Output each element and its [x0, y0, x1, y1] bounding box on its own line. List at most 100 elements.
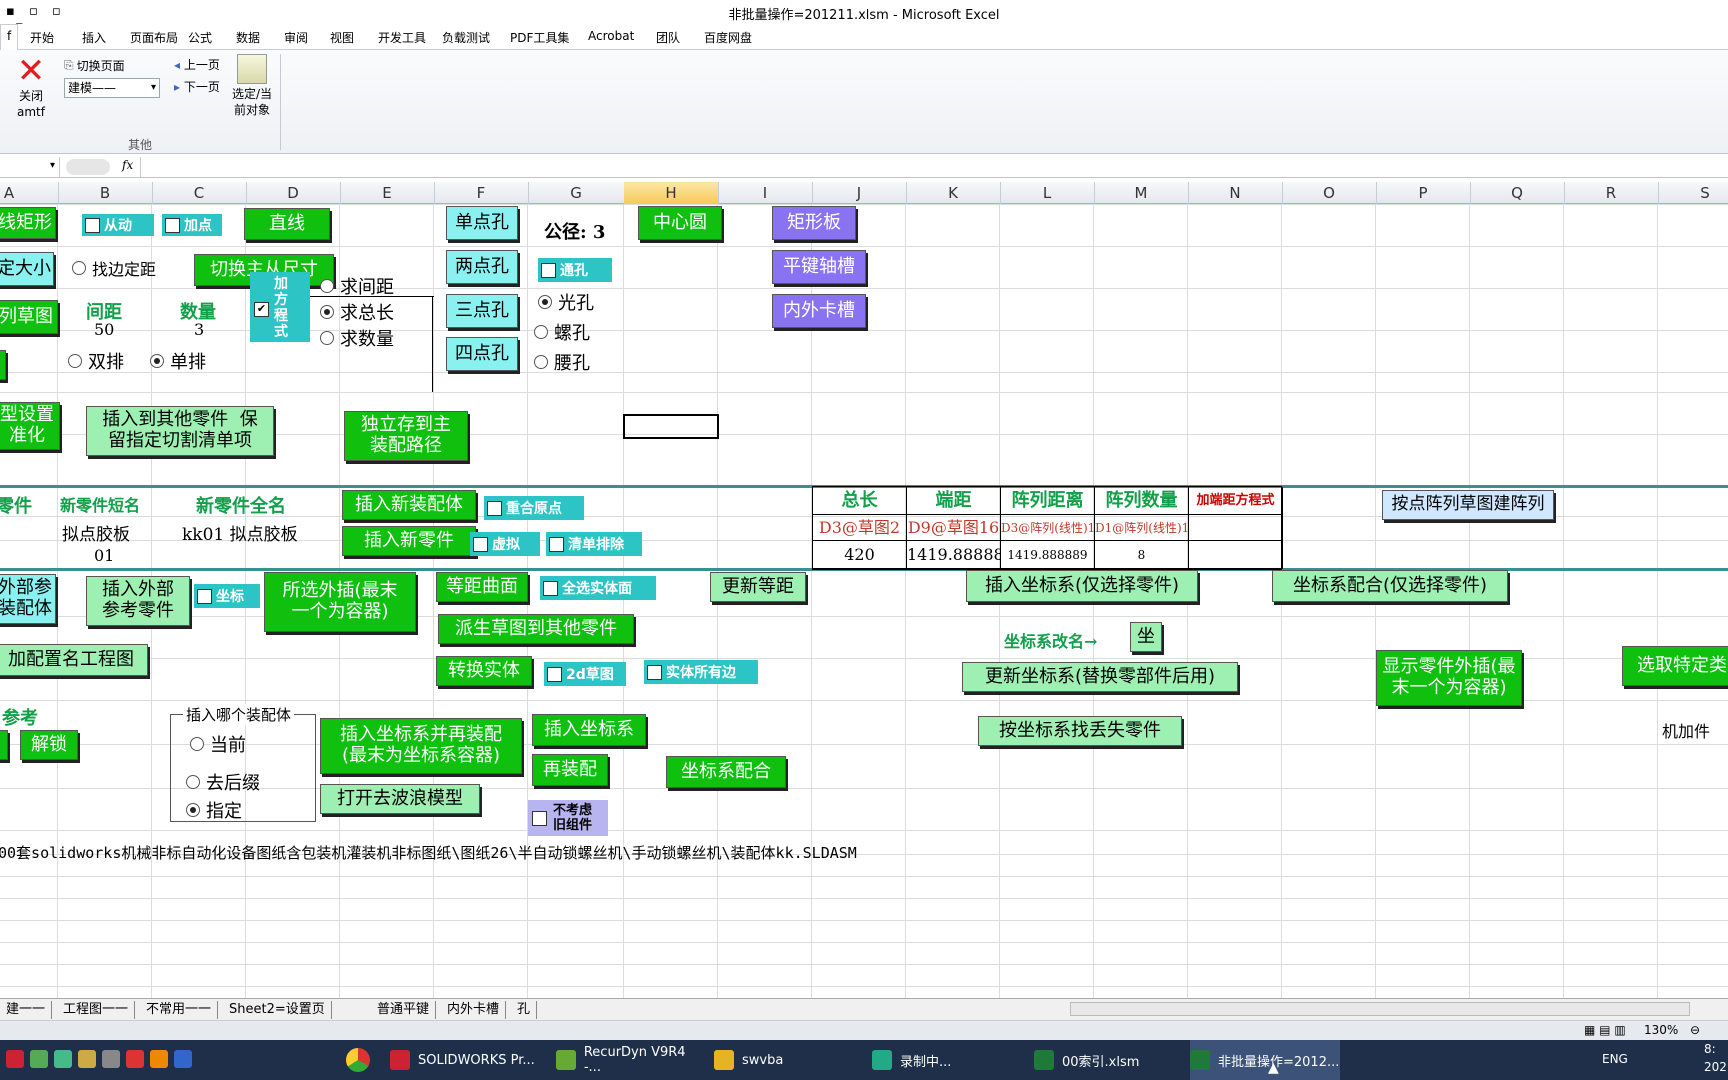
ribbon-tab[interactable]: 负载测试 — [442, 29, 490, 46]
find-total-radio[interactable]: 求总长 — [320, 300, 430, 324]
serial-value[interactable]: 01 — [94, 546, 114, 565]
column-header[interactable]: O — [1282, 182, 1377, 204]
rect-plate-button[interactable]: 矩形板 — [772, 206, 856, 240]
screw-hole-radio[interactable]: 螺孔 — [534, 320, 614, 344]
coincide-origin-checkbox[interactable]: ✔ 重合原点 — [484, 496, 584, 520]
fx-icon[interactable]: fx — [122, 158, 142, 172]
column-header[interactable]: G — [528, 182, 625, 204]
ext-ref-asm-button[interactable]: 外部参 装配体 — [0, 574, 56, 624]
insert-new-asm-button[interactable]: 插入新装配体 — [342, 490, 476, 520]
checkbox-box[interactable] — [549, 536, 564, 552]
radio-dot[interactable] — [190, 737, 204, 751]
asm-specified-radio[interactable]: 指定 — [186, 798, 266, 822]
chrome-icon[interactable] — [346, 1048, 370, 1072]
coord-checkbox[interactable]: 坐标 — [194, 584, 260, 608]
sheet-tab[interactable]: 不常用一一 — [140, 1001, 219, 1019]
radio-dot[interactable] — [320, 279, 334, 293]
param-cell[interactable] — [1189, 515, 1283, 541]
app-icon[interactable] — [174, 1050, 192, 1068]
radio-dot[interactable] — [320, 305, 334, 319]
ribbon-tab[interactable]: Acrobat — [588, 29, 634, 43]
column-header[interactable]: S — [1658, 182, 1728, 204]
ignore-old-checkbox[interactable]: 不考虑 旧组件 — [528, 800, 608, 836]
taskbar-item[interactable]: 录制中... — [872, 1040, 1022, 1080]
app-icon[interactable] — [126, 1050, 144, 1068]
radio-dot[interactable] — [320, 331, 334, 345]
column-header[interactable]: I — [718, 182, 813, 204]
column-header[interactable]: B — [58, 182, 153, 204]
radio-dot[interactable] — [538, 295, 552, 309]
sheet-tab[interactable]: 建一一 — [0, 1001, 53, 1019]
app-icon[interactable] — [54, 1050, 72, 1068]
select-current-button[interactable]: 选定/当 前对象 — [228, 54, 276, 130]
radio-dot[interactable] — [534, 325, 548, 339]
reassemble-button[interactable]: 再装配 — [532, 754, 608, 786]
selected-cell[interactable] — [623, 414, 719, 439]
insert-new-part-button[interactable]: 插入新零件 — [342, 526, 476, 556]
ribbon-tab[interactable]: 数据 — [236, 29, 260, 46]
open-dewave-button[interactable]: 打开去波浪模型 — [320, 784, 480, 814]
sheet-tab[interactable]: 工程图一一 — [57, 1001, 136, 1019]
param-cell[interactable]: 加端距方程式 — [1189, 487, 1283, 515]
path-text[interactable]: 00套solidworks机械非标自动化设备图纸含包装机灌装机非标图纸\图纸26… — [0, 842, 857, 863]
sheet-tab[interactable]: 普通平键 — [371, 1001, 437, 1019]
param-cell[interactable]: D1@阵列(线性)1 — [1095, 515, 1189, 541]
checkbox-box[interactable] — [165, 217, 180, 233]
column-header[interactable]: L — [1000, 182, 1095, 204]
checkbox-box[interactable] — [647, 664, 662, 680]
standalone-save-button[interactable]: 独立存到主 装配路径 — [344, 411, 468, 461]
app-icon[interactable] — [150, 1050, 168, 1068]
taskbar-item[interactable]: swvba — [714, 1040, 864, 1080]
checkbox-box[interactable]: ✔ — [254, 302, 269, 317]
taskbar-item[interactable]: SOLIDWORKS Pr... — [390, 1040, 540, 1080]
equation-checkbox[interactable]: ✔ 加 方 程 式 — [250, 272, 310, 342]
slave-checkbox[interactable]: ✔ 从动 — [82, 214, 154, 236]
smooth-hole-radio[interactable]: 光孔 — [538, 290, 618, 314]
cs-mate-button[interactable]: 坐标系配合 — [666, 756, 786, 788]
normal-view-icon[interactable]: ▦ — [1584, 1023, 1595, 1037]
single-hole-button[interactable]: 单点孔 — [446, 206, 518, 240]
param-cell[interactable]: 1419.888889 — [907, 541, 1001, 569]
virtual-checkbox[interactable]: 虚拟 — [470, 532, 540, 556]
column-header[interactable]: H — [624, 182, 719, 204]
radio-dot[interactable] — [186, 803, 200, 817]
taskbar-item[interactable]: 非批量操作=2012... — [1190, 1040, 1340, 1080]
show-ext-button[interactable]: 显示零件外插(最 末一个为容器) — [1376, 650, 1522, 706]
find-edge-radio[interactable]: 找边定距 — [72, 256, 172, 280]
partial-button[interactable] — [0, 350, 6, 380]
selected-ext-button[interactable]: 所选外插(最末 一个为容器) — [264, 572, 416, 632]
array-sketch-button[interactable]: 列草图 — [0, 300, 58, 334]
all-edges-checkbox[interactable]: 实体所有边 — [644, 660, 758, 684]
derived-sketch-button[interactable]: 派生草图到其他零件 — [438, 614, 634, 644]
radio-dot[interactable] — [186, 775, 200, 789]
four-hole-button[interactable]: 四点孔 — [446, 337, 518, 371]
ribbon-tab[interactable]: 页面布局 — [130, 29, 178, 46]
checkbox-box[interactable] — [543, 580, 558, 596]
array-by-point-button[interactable]: 按点阵列草图建阵列 — [1382, 490, 1554, 520]
rename-cs-button[interactable]: 坐 — [1130, 622, 1162, 652]
sheet-tab[interactable]: 孔 — [511, 1001, 538, 1019]
column-header[interactable]: D — [246, 182, 341, 204]
checkbox-box[interactable]: ✔ — [487, 500, 502, 516]
sheet-tab[interactable]: 内外卡槽 — [441, 1001, 507, 1019]
sketch-2d-checkbox[interactable]: 2d草图 — [544, 662, 626, 686]
checkbox-box[interactable] — [473, 536, 488, 552]
ribbon-tab[interactable]: 插入 — [82, 29, 106, 46]
select-specific-button[interactable]: 选取特定类 — [1622, 646, 1728, 686]
param-cell[interactable]: 420 — [813, 541, 907, 569]
full-name-value[interactable]: kk01 拟点胶板 — [182, 520, 298, 545]
app-icon[interactable] — [78, 1050, 96, 1068]
short-name-value[interactable]: 拟点胶板 — [62, 520, 130, 545]
asm-back-radio[interactable]: 去后缀 — [186, 770, 286, 794]
zoom-out-icon[interactable]: ⊖ — [1690, 1023, 1700, 1037]
find-count-radio[interactable]: 求数量 — [320, 326, 430, 350]
switch-page-button[interactable]: ⎘ 切换页面 — [64, 56, 164, 74]
type-setting-button[interactable]: 型设置 准化 — [0, 402, 60, 450]
param-cell[interactable]: 总长 — [813, 487, 907, 515]
param-cell[interactable]: 端距 — [907, 487, 1001, 515]
center-circle-button[interactable]: 中心圆 — [638, 206, 722, 240]
partial-button[interactable] — [0, 730, 8, 760]
ribbon-tab[interactable]: PDF工具集 — [510, 29, 569, 46]
checkbox-box[interactable] — [197, 588, 212, 604]
param-cell[interactable]: 1419.888889 — [1001, 541, 1095, 569]
